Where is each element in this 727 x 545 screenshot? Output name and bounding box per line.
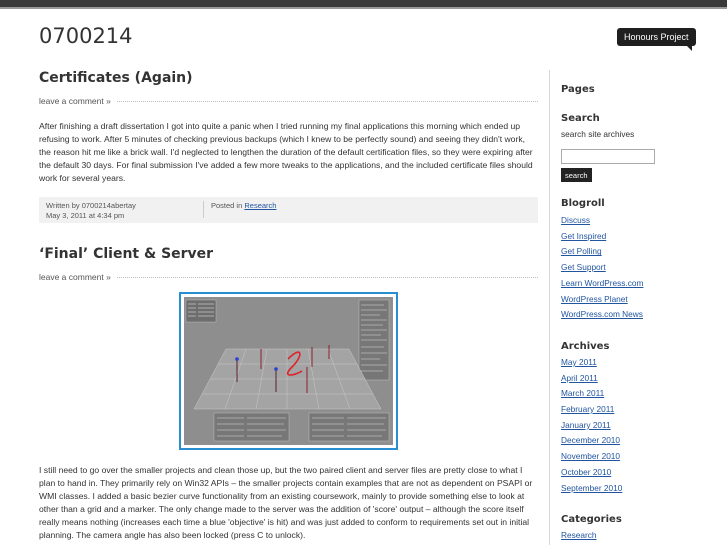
search-heading: Search [561,113,600,124]
archives-list: May 2011 April 2011 March 2011 February … [561,355,727,496]
sidebar: Pages Search search site archives search… [549,70,727,545]
category-link[interactable]: Research [561,528,727,544]
blogroll-link[interactable]: Get Support [561,260,727,276]
post-meta: Written by 0700214abertay May 3, 2011 at… [39,197,538,223]
blogroll-link[interactable]: Get Inspired [561,229,727,245]
blogroll-link[interactable]: WordPress Planet [561,292,727,308]
search-input[interactable] [561,149,655,164]
post: Certificates (Again) leave a comment » A… [39,70,538,223]
blogroll-link[interactable]: Learn WordPress.com [561,276,727,292]
main-content: Certificates (Again) leave a comment » A… [39,70,538,542]
post-title[interactable]: ‘Final’ Client & Server [39,246,538,262]
archive-link[interactable]: May 2011 [561,355,727,371]
scene-render [184,297,393,445]
divider [116,100,538,102]
divider [116,276,538,278]
blogroll-heading: Blogroll [561,198,605,209]
archive-link[interactable]: September 2010 [561,481,727,497]
blogroll-link[interactable]: WordPress.com News [561,307,727,323]
archive-link[interactable]: October 2010 [561,465,727,481]
categories-list: Research [561,528,727,544]
site-title[interactable]: 0700214 [39,24,133,48]
comment-line: leave a comment » [39,272,538,282]
archive-link[interactable]: February 2011 [561,402,727,418]
tagline-badge: Honours Project [617,28,696,51]
pages-heading: Pages [561,84,595,95]
post-date: May 3, 2011 at 4:34 pm [46,211,125,220]
archive-link[interactable]: November 2010 [561,449,727,465]
blogroll-link[interactable]: Discuss [561,213,727,229]
categories-heading: Categories [561,514,622,526]
scene-illustration [184,297,391,443]
leave-comment-link[interactable]: leave a comment » [39,272,111,282]
post: ‘Final’ Client & Server leave a comment … [39,246,538,542]
post-meta-author: Written by 0700214abertay May 3, 2011 at… [46,201,204,220]
category-link-research[interactable]: Research [244,201,276,210]
archive-link[interactable]: December 2010 [561,433,727,449]
post-title[interactable]: Certificates (Again) [39,70,538,86]
archive-link[interactable]: April 2011 [561,371,727,387]
search-button[interactable]: search [561,168,592,182]
post-body: I still need to go over the smaller proj… [39,465,533,540]
blogroll-list: Discuss Get Inspired Get Polling Get Sup… [561,213,727,323]
archives-heading: Archives [561,340,610,352]
post-screenshot-image[interactable] [179,292,398,450]
comment-line: leave a comment » [39,96,538,106]
search-description: search site archives [561,129,635,139]
post-meta-category: Posted in Research [204,201,276,218]
blogroll-link[interactable]: Get Polling [561,244,727,260]
posted-in-label: Posted in [211,201,243,210]
written-by: Written by 0700214abertay [46,201,136,210]
post-body: After finishing a draft dissertation I g… [39,121,533,183]
top-bar [0,0,727,9]
archive-link[interactable]: March 2011 [561,386,727,402]
archive-link[interactable]: January 2011 [561,418,727,434]
leave-comment-link[interactable]: leave a comment » [39,96,111,106]
